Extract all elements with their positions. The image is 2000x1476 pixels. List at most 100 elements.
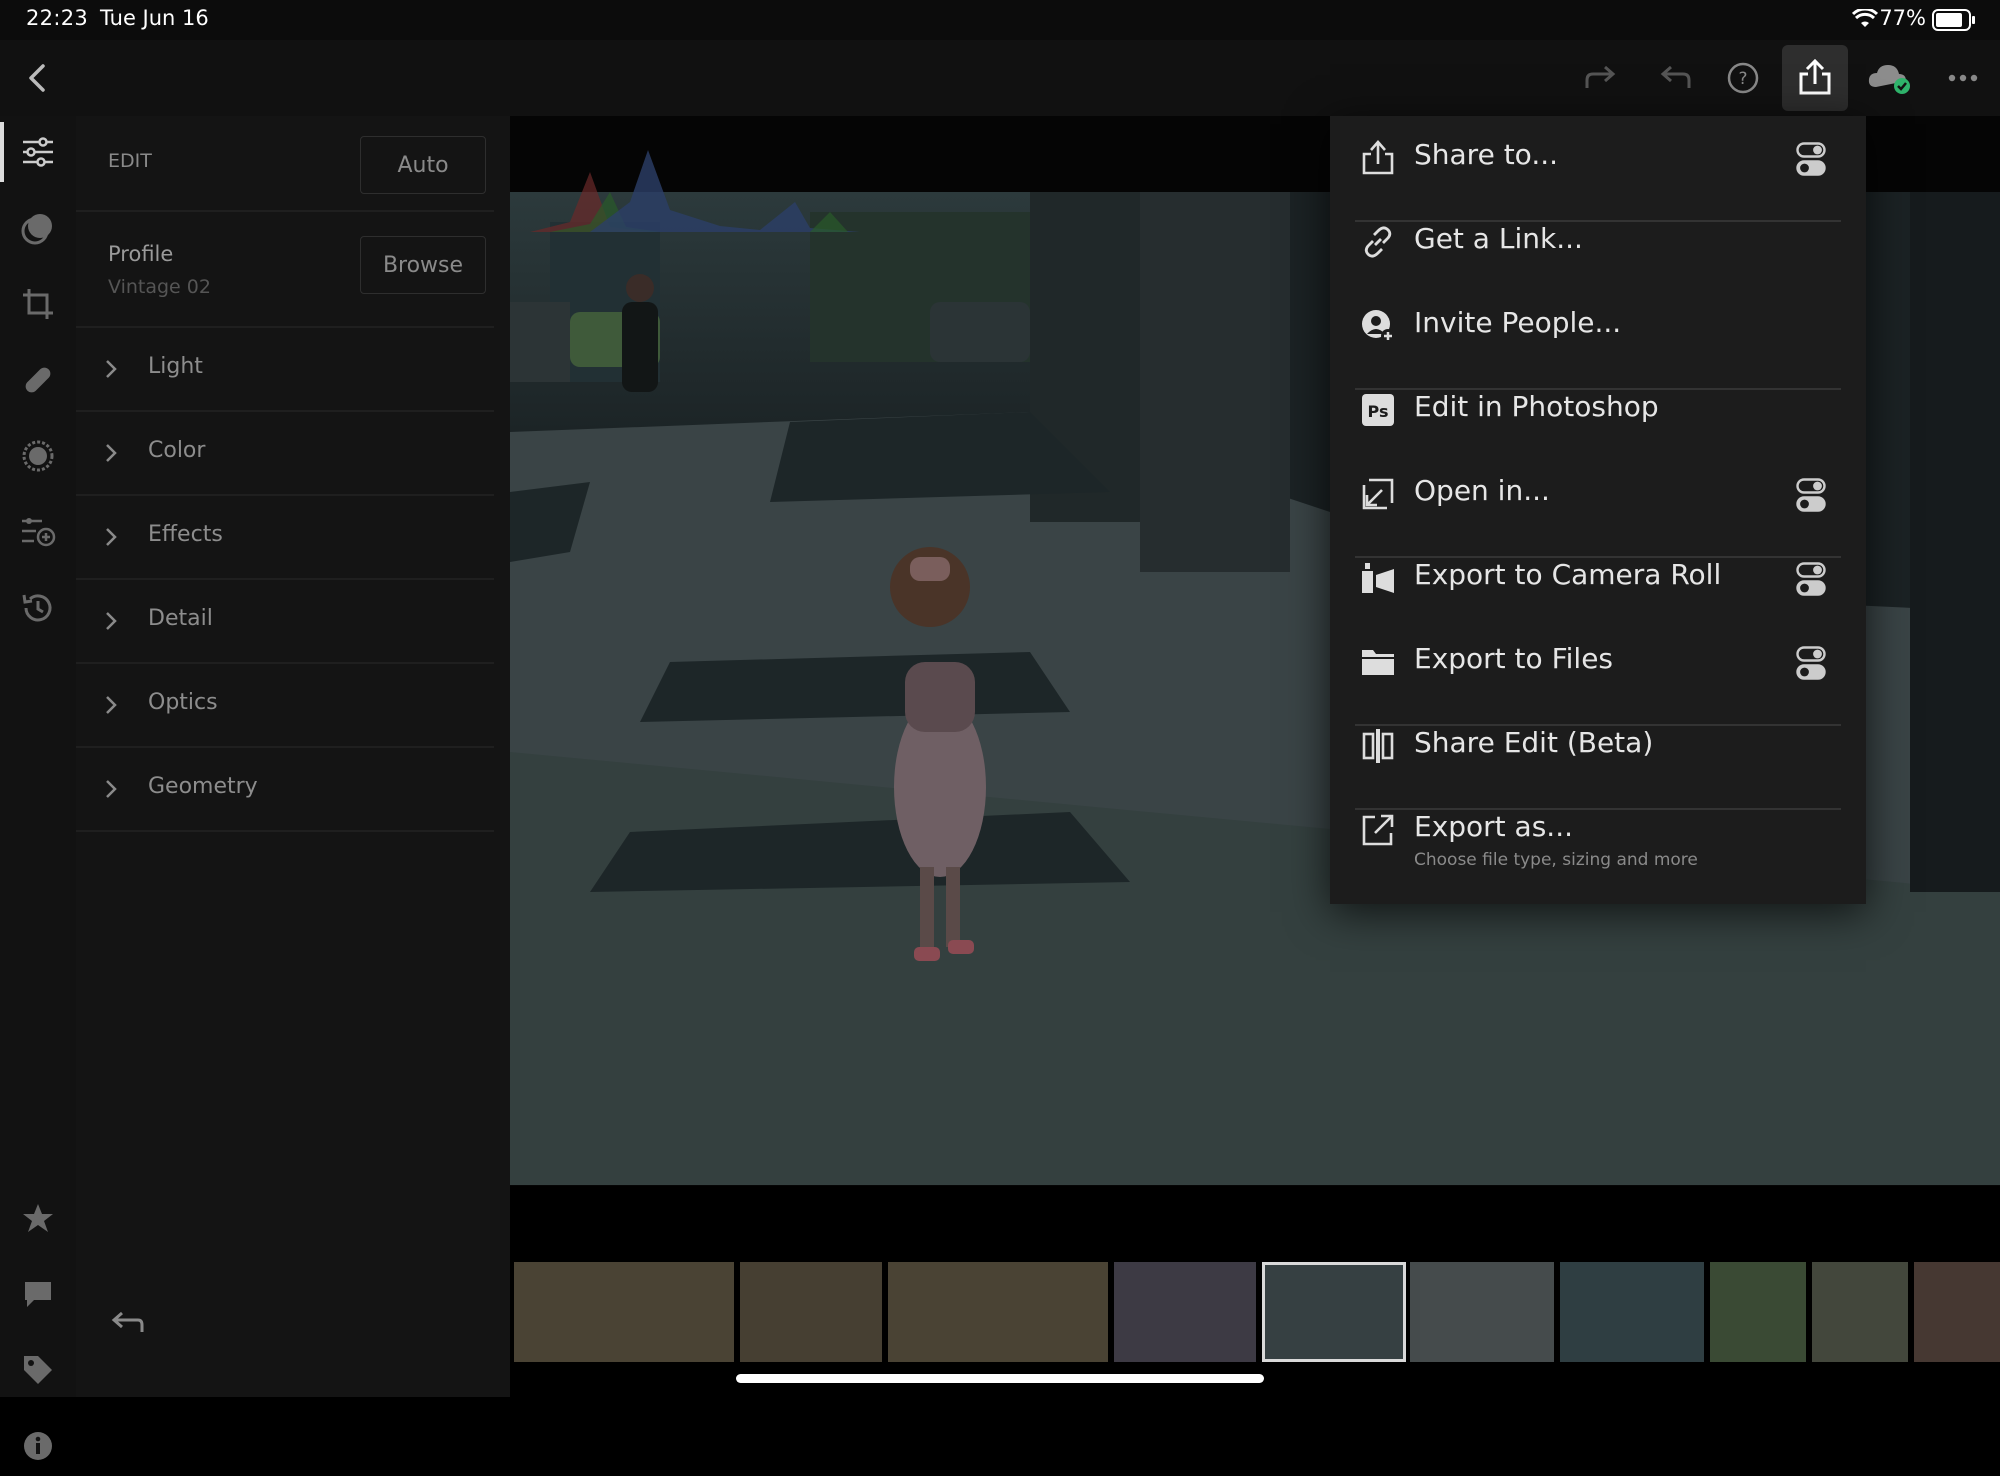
healing-icon[interactable] [0, 350, 76, 410]
share-edit-icon [1358, 728, 1398, 764]
more-icon[interactable] [1940, 40, 1986, 116]
menu-item-edit-in-photoshop[interactable]: Ps Edit in Photoshop [1330, 368, 1866, 452]
options-toggle-icon[interactable] [1796, 142, 1826, 176]
help-icon[interactable]: ? [1720, 40, 1766, 116]
menu-item-export-to-files[interactable]: Export to Files [1330, 620, 1866, 704]
section-label: Color [148, 438, 206, 463]
photoshop-icon: Ps [1358, 392, 1398, 428]
thumbnail[interactable] [1410, 1262, 1554, 1362]
section-color[interactable]: Color [76, 412, 494, 496]
battery-icon [1932, 9, 1975, 31]
thumbnail[interactable] [514, 1262, 734, 1362]
edit-sliders-icon[interactable] [0, 122, 76, 182]
redo-icon[interactable] [1578, 40, 1624, 116]
thumbnail[interactable] [1710, 1262, 1806, 1362]
share-icon [1358, 140, 1398, 176]
comment-icon[interactable] [0, 1264, 76, 1324]
open-in-icon [1358, 476, 1398, 512]
svg-text:?: ? [1738, 69, 1747, 89]
status-date: Tue Jun 16 [100, 6, 209, 30]
menu-item-share-edit-beta[interactable]: Share Edit (Beta) [1330, 704, 1866, 788]
menu-item-label: Share to... [1414, 138, 1559, 171]
menu-item-label: Get a Link... [1414, 222, 1583, 255]
profile-value: Vintage 02 [108, 276, 211, 298]
section-effects[interactable]: Effects [76, 496, 494, 580]
menu-separator [1355, 220, 1841, 222]
star-icon[interactable] [0, 1188, 76, 1248]
presets-icon[interactable] [0, 198, 76, 258]
options-toggle-icon[interactable] [1796, 562, 1826, 596]
share-button[interactable] [1782, 45, 1848, 111]
tool-rail [0, 116, 77, 1460]
crop-icon[interactable] [0, 274, 76, 334]
back-icon[interactable] [12, 40, 62, 116]
section-light[interactable]: Light [76, 328, 494, 412]
options-toggle-icon[interactable] [1796, 478, 1826, 512]
thumbnail[interactable] [1560, 1262, 1704, 1362]
share-icon [1799, 59, 1831, 95]
options-toggle-icon[interactable] [1796, 646, 1826, 680]
histogram [530, 132, 1004, 232]
svg-text:Ps: Ps [1368, 402, 1389, 421]
browse-button[interactable]: Browse [360, 236, 486, 294]
tag-icon[interactable] [0, 1340, 76, 1400]
invite-icon [1358, 308, 1398, 344]
profile-row[interactable]: Profile Vintage 02 Browse [76, 212, 494, 328]
thumbnail[interactable] [1114, 1262, 1256, 1362]
section-geometry[interactable]: Geometry [76, 748, 494, 832]
menu-item-get-a-link[interactable]: Get a Link... [1330, 200, 1866, 284]
thumbnail[interactable] [1914, 1262, 2000, 1362]
section-label: Detail [148, 606, 213, 631]
menu-item-sublabel: Choose file type, sizing and more [1414, 850, 1698, 870]
menu-separator [1355, 388, 1841, 390]
chevron-right-icon [106, 612, 117, 630]
history-icon[interactable] [0, 578, 76, 638]
cloud-synced-icon[interactable] [1864, 40, 1914, 116]
profile-label: Profile [108, 242, 174, 266]
chevron-right-icon [106, 780, 117, 798]
section-label: Optics [148, 690, 218, 715]
status-bar: 22:23 Tue Jun 16 77% [0, 0, 2000, 40]
undo-icon[interactable] [1652, 40, 1698, 116]
menu-item-open-in[interactable]: Open in... [1330, 452, 1866, 536]
chevron-right-icon [106, 528, 117, 546]
thumbnail[interactable] [740, 1262, 882, 1362]
masking-icon[interactable] [0, 426, 76, 486]
thumbnail[interactable] [888, 1262, 1108, 1362]
menu-item-label: Export as... [1414, 810, 1574, 843]
menu-item-label: Edit in Photoshop [1414, 390, 1659, 423]
menu-item-share-to[interactable]: Share to... [1330, 116, 1866, 200]
section-detail[interactable]: Detail [76, 580, 494, 664]
thumbnail-selected[interactable] [1262, 1262, 1406, 1362]
menu-separator [1355, 724, 1841, 726]
auto-button[interactable]: Auto [360, 136, 486, 194]
menu-item-label: Export to Files [1414, 642, 1614, 675]
top-toolbar: ? [0, 40, 2000, 116]
battery-percent: 77% [1879, 6, 1926, 30]
wifi-icon [1852, 9, 1878, 27]
menu-item-export-to-camera-roll[interactable]: Export to Camera Roll [1330, 536, 1866, 620]
menu-separator [1355, 808, 1841, 810]
menu-item-invite-people[interactable]: Invite People... [1330, 284, 1866, 368]
section-label: Geometry [148, 774, 258, 799]
section-label: Light [148, 354, 203, 379]
chevron-right-icon [106, 696, 117, 714]
edit-header: EDIT Auto [76, 116, 494, 212]
export-as-icon [1358, 812, 1398, 848]
filmstrip [510, 1262, 2000, 1362]
versions-icon[interactable] [0, 502, 76, 562]
menu-separator [1355, 556, 1841, 558]
chevron-right-icon [106, 360, 117, 378]
thumbnail[interactable] [1812, 1262, 1908, 1362]
menu-item-label: Share Edit (Beta) [1414, 726, 1654, 759]
menu-item-label: Invite People... [1414, 306, 1622, 339]
camera-roll-icon [1358, 560, 1398, 596]
link-icon [1358, 224, 1398, 260]
share-menu: Share to... Get a Link... Invite People...… [1330, 116, 1866, 904]
info-icon[interactable] [0, 1416, 76, 1476]
folder-icon [1358, 644, 1398, 680]
home-indicator [736, 1374, 1264, 1383]
menu-item-export-as[interactable]: Export as... Choose file type, sizing and… [1330, 788, 1866, 872]
section-optics[interactable]: Optics [76, 664, 494, 748]
reset-icon[interactable] [110, 1310, 144, 1340]
